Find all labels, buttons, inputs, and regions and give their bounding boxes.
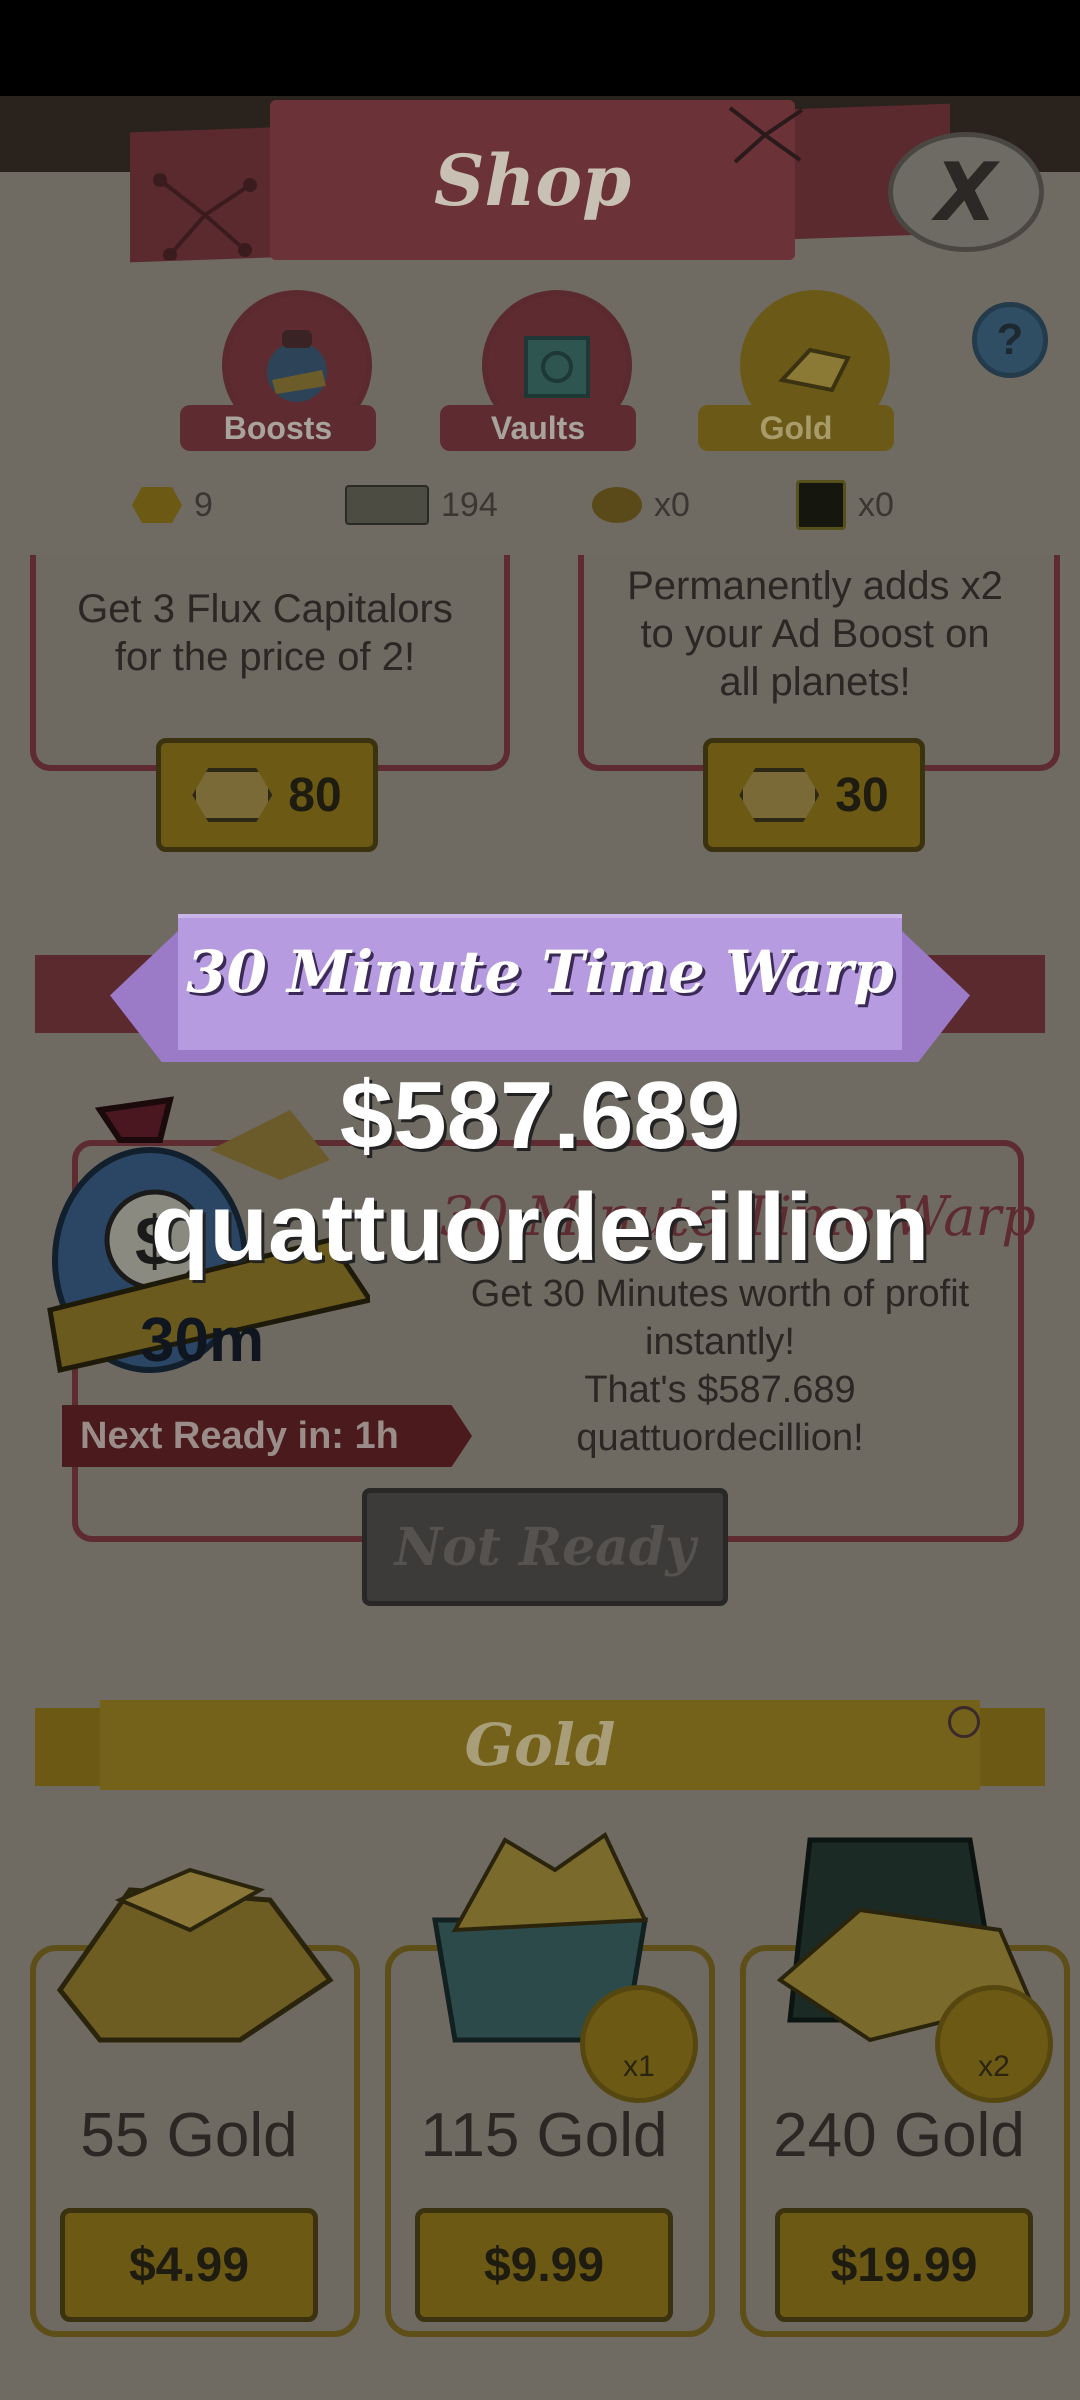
status-bar: [0, 0, 1080, 96]
megaticket-icon: [796, 480, 846, 530]
card-description: Permanently adds x2 to your Ad Boost on …: [627, 564, 1003, 704]
gold-icon: [192, 768, 273, 822]
price-label: 30: [835, 768, 889, 822]
buy-gold-button[interactable]: $9.99: [415, 2208, 673, 2322]
tab-label: Vaults: [440, 405, 636, 451]
gold-pack-label: 55 Gold: [80, 2101, 298, 2170]
gold-section-title: Gold: [100, 1700, 980, 1790]
currency-megabucks: 194: [345, 480, 498, 530]
buy-button[interactable]: 30: [703, 738, 925, 852]
currency-value: 194: [441, 485, 498, 524]
tycoon-badge: x1: [580, 1985, 698, 2103]
reward-amount-value: $587.689: [339, 1062, 741, 1169]
tab-vaults[interactable]: Vaults: [440, 290, 640, 455]
reward-title: 30 Minute Time Warp: [186, 938, 894, 1006]
gold-icon: [739, 768, 820, 822]
gold-pack-label: 240 Gold: [773, 2101, 1025, 2170]
buy-gold-button[interactable]: $4.99: [60, 2208, 318, 2322]
gold-pack-label: 115 Gold: [420, 2101, 668, 2170]
time-warp-description: Get 30 Minutes worth of profit instantly…: [440, 1270, 1000, 1462]
starburst-icon: [728, 106, 804, 164]
price-label: 80: [288, 768, 342, 822]
currency-value: 9: [194, 485, 213, 524]
currency-megaticket: x0: [796, 480, 894, 530]
tab-label: Gold: [698, 405, 894, 451]
close-button[interactable]: X: [888, 132, 1044, 252]
description-line: That's $587.689 quattuordecillion!: [576, 1369, 864, 1459]
buy-gold-button[interactable]: $19.99: [775, 2208, 1033, 2322]
tycoon-badge: x2: [935, 1985, 1053, 2103]
reward-amount: $587.689 quattuordecillion: [0, 1060, 1080, 1284]
bag-label: 30m: [140, 1306, 265, 1375]
currency-value: x0: [654, 485, 690, 524]
tab-boosts[interactable]: Boosts: [180, 290, 380, 455]
page-title: Shop: [433, 138, 632, 222]
help-button[interactable]: ?: [972, 302, 1048, 378]
gold-icon: [132, 487, 182, 523]
not-ready-button[interactable]: Not Ready: [362, 1488, 728, 1606]
next-ready-timer: Next Ready in: 1h 59m: [62, 1405, 472, 1467]
card-description: Get 3 Flux Capitalors for the price of 2…: [77, 587, 453, 679]
buy-button[interactable]: 80: [156, 738, 378, 852]
megabucks-icon: [345, 485, 429, 525]
starburst-icon: [153, 173, 257, 260]
currency-cash-bag: x0: [592, 480, 690, 530]
description-line: Get 30 Minutes worth of profit instantly…: [470, 1273, 970, 1363]
shop-title-box: Shop: [270, 100, 795, 260]
tab-gold[interactable]: Gold: [698, 290, 898, 455]
currency-gold: 9: [132, 480, 213, 530]
currency-value: x0: [858, 485, 894, 524]
cash-bag-icon: [592, 487, 642, 523]
sparkle-icon: [948, 1706, 980, 1738]
gold-pile-icon: [56, 1867, 334, 2043]
reward-amount-unit: quattuordecillion: [150, 1174, 930, 1281]
tab-label: Boosts: [180, 405, 376, 451]
